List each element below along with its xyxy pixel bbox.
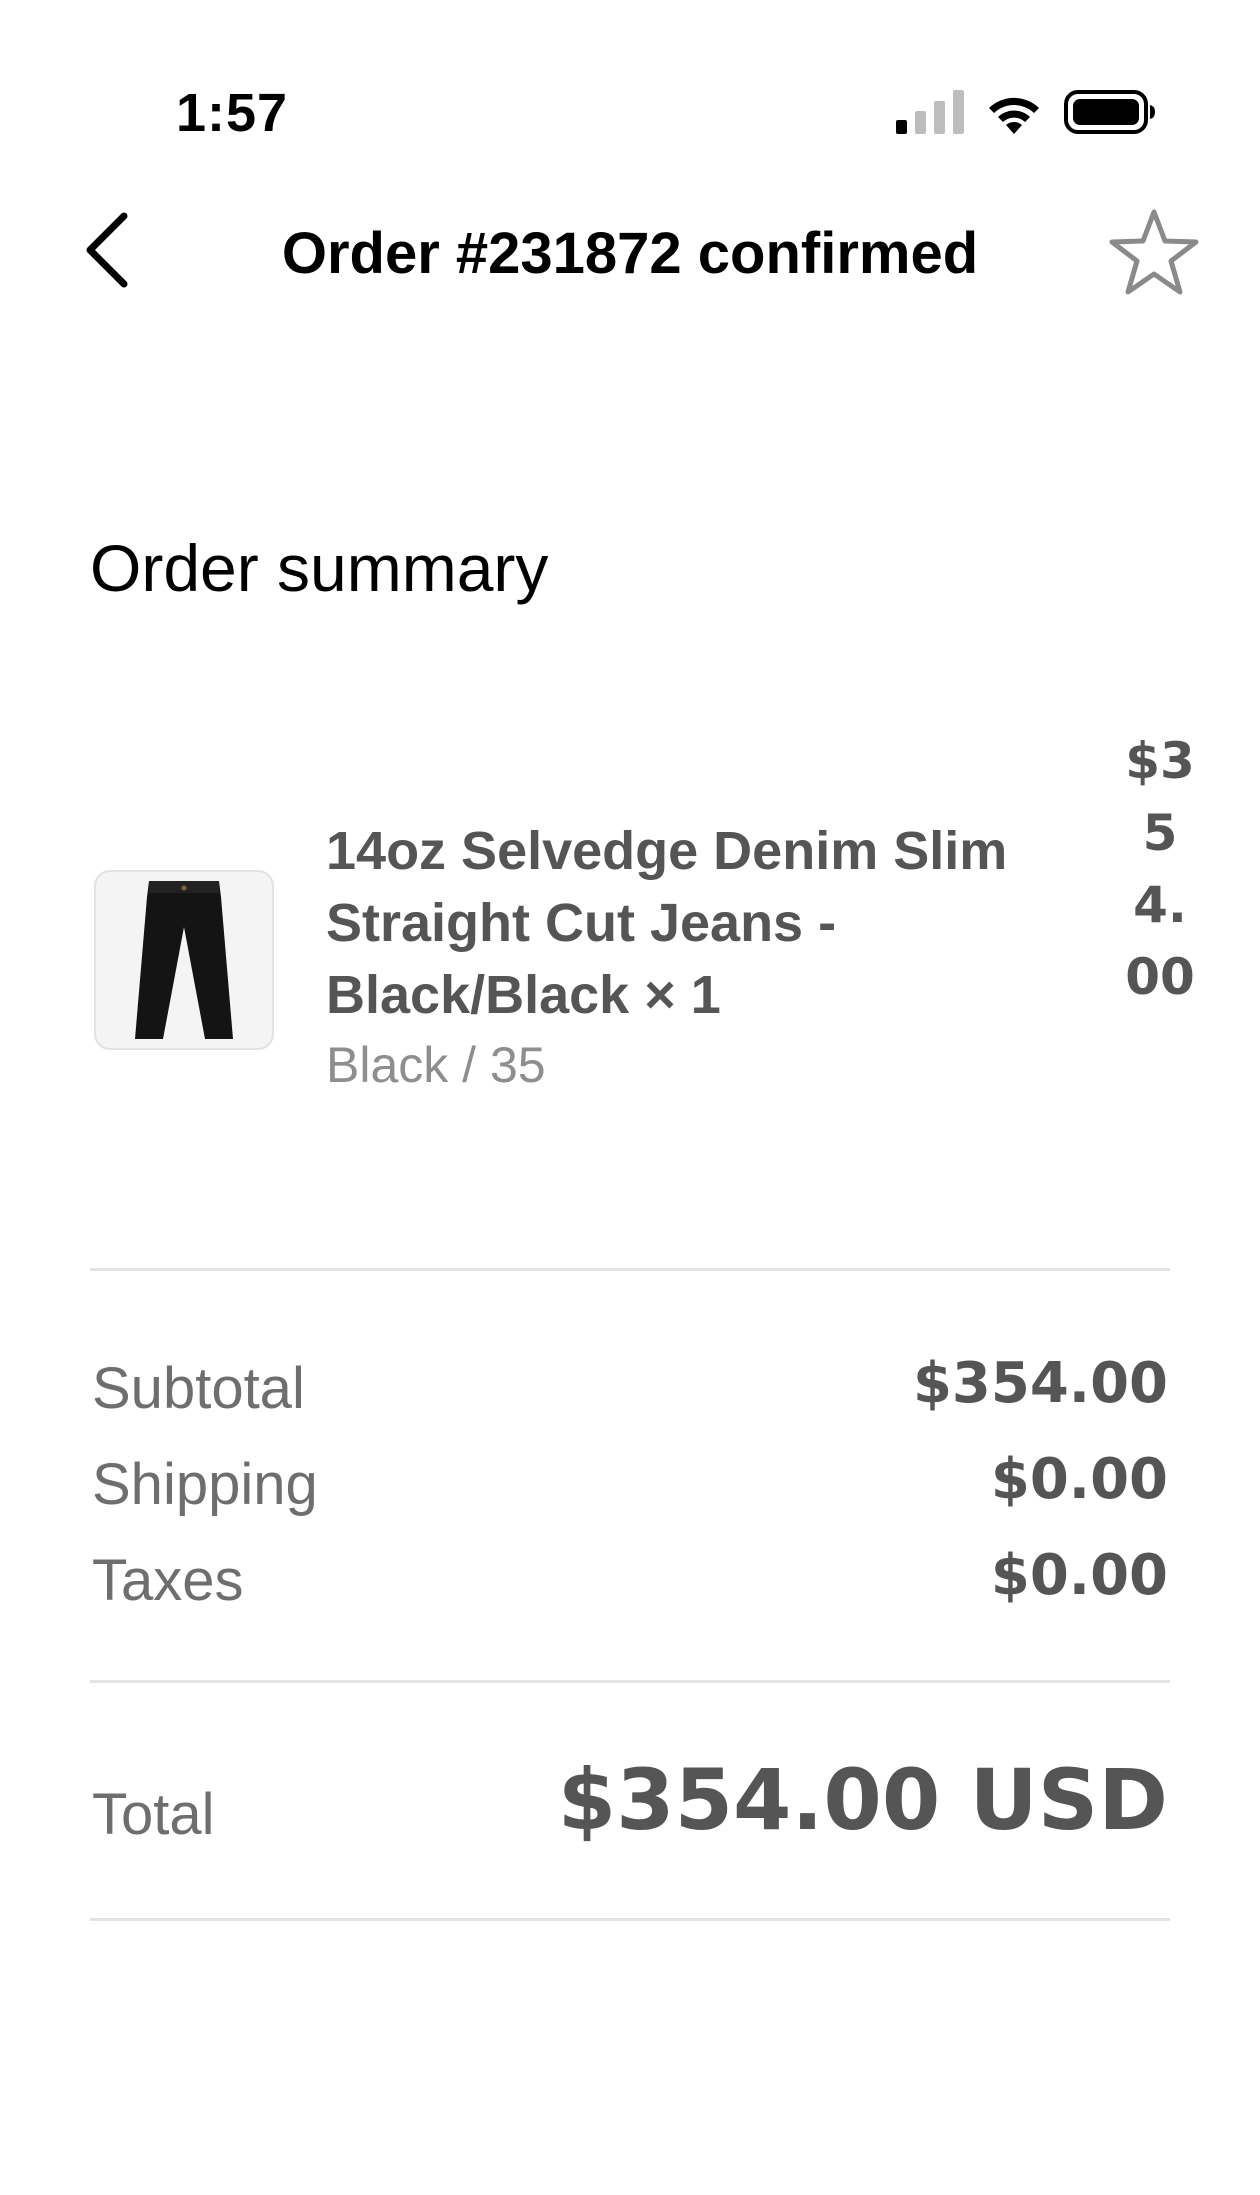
cellular-signal-icon [896,90,964,139]
battery-icon [1064,90,1156,139]
item-variant: Black / 35 [326,1037,546,1093]
nav-header: Order #231872 confirmed [0,200,1260,310]
taxes-value: $0.00 [990,1543,1168,1608]
taxes-row: Taxes $0.00 [92,1537,1168,1633]
total-label: Total [92,1782,215,1847]
shipping-label: Shipping [92,1452,318,1517]
divider [90,1268,1170,1271]
totals-section: Subtotal $354.00 Shipping $0.00 Taxes $0… [92,1345,1168,1633]
wifi-icon [984,90,1044,139]
divider [90,1680,1170,1683]
total-value: $354.00 USD [557,1751,1168,1849]
order-confirmation-screen: 1:57 Order #231872 confirmed Order summa… [0,0,1260,2195]
status-icons [896,90,1156,139]
shipping-row: Shipping $0.00 [92,1441,1168,1537]
status-time: 1:57 [176,83,289,143]
page-title: Order #231872 confirmed [281,221,979,286]
item-info: 14oz Selvedge Denim Slim Straight Cut Je… [326,815,1146,1099]
shipping-value: $0.00 [990,1447,1168,1512]
jeans-thumbnail-icon [135,881,233,1039]
subtotal-value: $354.00 [912,1351,1168,1416]
star-outline-icon [1108,208,1200,301]
chevron-left-icon [84,212,130,293]
divider [90,1918,1170,1921]
back-button[interactable] [72,212,142,292]
item-price: $354.00 [1125,732,1195,1006]
subtotal-row: Subtotal $354.00 [92,1345,1168,1441]
order-line-item: 14oz Selvedge Denim Slim Straight Cut Je… [90,715,1195,1215]
taxes-label: Taxes [92,1548,244,1613]
item-name: 14oz Selvedge Denim Slim Straight Cut Je… [326,821,1008,1025]
status-bar: 1:57 [0,0,1260,160]
favorite-button[interactable] [1106,206,1202,302]
subtotal-label: Subtotal [92,1356,305,1421]
order-summary-title: Order summary [90,531,549,605]
product-thumbnail [94,870,274,1050]
grand-total-row: Total $354.00 USD [92,1745,1168,1865]
